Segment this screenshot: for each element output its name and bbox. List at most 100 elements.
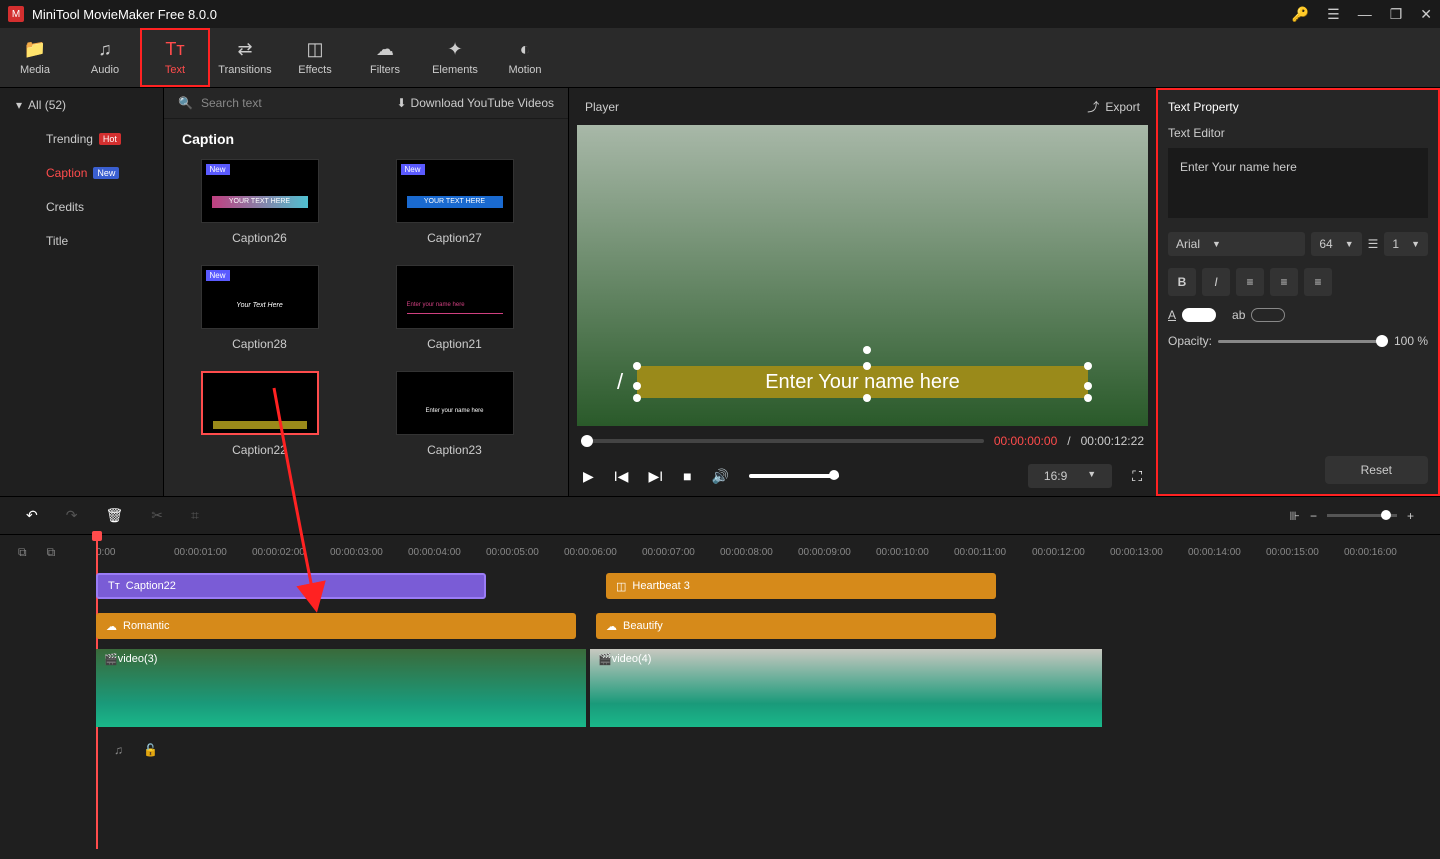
key-icon[interactable]: 🔑 <box>1292 6 1309 23</box>
tab-audio[interactable]: ♫Audio <box>70 28 140 87</box>
align-left-button[interactable]: ≡ <box>1236 268 1264 296</box>
asset-item[interactable]: Caption22 <box>182 371 337 457</box>
ruler-tick: 00:00:11:00 <box>954 547 1032 558</box>
asset-grid: NewYOUR TEXT HERECaption26 NewYOUR TEXT … <box>164 159 568 457</box>
split-button[interactable]: ✂ <box>151 507 163 524</box>
volume-slider[interactable] <box>749 474 839 478</box>
filter-icon: ☁ <box>106 620 117 633</box>
fit-timeline-icon[interactable]: ⊪ <box>1290 509 1300 523</box>
line-spacing-icon: ☰ <box>1368 237 1379 251</box>
video-icon: 🎬 <box>104 653 118 666</box>
asset-item[interactable]: NewYOUR TEXT HERECaption27 <box>377 159 532 245</box>
menu-icon[interactable]: ☰ <box>1327 6 1340 23</box>
redo-button[interactable]: ↷ <box>66 507 78 524</box>
seek-bar[interactable] <box>581 439 984 443</box>
tab-text[interactable]: TᴛText <box>140 28 210 87</box>
aspect-ratio-select[interactable]: 16:9▼ <box>1028 464 1112 488</box>
new-badge: New <box>93 167 119 179</box>
asset-item[interactable]: NewYour Text HereCaption28 <box>182 265 337 351</box>
copy-icon[interactable]: ⧉ <box>47 545 56 560</box>
crop-button[interactable]: ⌗ <box>191 507 199 524</box>
reset-button[interactable]: Reset <box>1325 456 1428 484</box>
line-height-select[interactable]: 1▼ <box>1384 232 1428 256</box>
cat-label: Trending <box>46 132 93 146</box>
sidebar-item-caption[interactable]: CaptionNew <box>0 156 163 190</box>
opacity-slider[interactable] <box>1218 340 1388 343</box>
sidebar-item-credits[interactable]: Credits <box>0 190 163 224</box>
volume-icon[interactable]: 🔊 <box>712 468 729 485</box>
sidebar-item-trending[interactable]: TrendingHot <box>0 122 163 156</box>
ruler-tick: 00:00:12:00 <box>1032 547 1110 558</box>
zoom-slider[interactable] <box>1327 514 1397 517</box>
search-icon[interactable]: 🔍 <box>178 96 193 110</box>
timeline-ruler[interactable]: ⧉⧉ 0:00 00:00:01:00 00:00:02:00 00:00:03… <box>0 535 1440 569</box>
video-track[interactable]: 💾🔓 🎬video(3) 🎬video(4) <box>96 649 1440 727</box>
stop-button[interactable]: ■ <box>683 468 691 484</box>
text-overlay[interactable]: / Enter Your name here <box>637 366 1088 398</box>
tab-elements[interactable]: ✦Elements <box>420 28 490 87</box>
zoom-out-button[interactable]: − <box>1310 509 1317 523</box>
text-icon: Tᴛ <box>165 39 184 60</box>
asset-item[interactable]: Enter your name hereCaption21 <box>377 265 532 351</box>
section-title: Caption <box>164 119 568 159</box>
tab-label: Filters <box>370 64 400 76</box>
text-track[interactable]: 💾🔓 TᴛCaption22 ◫Heartbeat 3 <box>96 569 1440 603</box>
paste-icon[interactable]: ⧉ <box>18 545 27 560</box>
folder-icon: 📁 <box>24 39 46 60</box>
overlay-text: Enter Your name here <box>765 371 960 394</box>
font-select[interactable]: Arial▼ <box>1168 232 1305 256</box>
lock-icon[interactable]: 🔓 <box>143 743 158 757</box>
delete-button[interactable]: 🗑 <box>105 507 123 524</box>
undo-button[interactable]: ↶ <box>26 507 38 524</box>
font-size-select[interactable]: 64▼ <box>1311 232 1361 256</box>
music-icon[interactable]: ♫ <box>114 743 123 757</box>
clip-video2[interactable]: 🎬video(4) <box>590 649 1102 727</box>
search-input[interactable]: Search text <box>201 96 389 110</box>
ruler-tick: 00:00:08:00 <box>720 547 798 558</box>
bold-button[interactable]: B <box>1168 268 1196 296</box>
audio-track[interactable]: ♫🔓 <box>96 733 1440 767</box>
sidebar-all[interactable]: ▾ All (52) <box>0 88 163 122</box>
clip-beautify[interactable]: ☁Beautify <box>596 613 996 639</box>
prev-frame-button[interactable]: I◀ <box>614 468 629 485</box>
sidebar-all-label: All (52) <box>28 98 66 112</box>
next-frame-button[interactable]: ▶I <box>648 468 663 485</box>
italic-button[interactable]: I <box>1202 268 1230 296</box>
text-editor-input[interactable]: Enter Your name here <box>1168 148 1428 218</box>
clip-video1[interactable]: 🎬video(3) <box>96 649 586 727</box>
align-center-button[interactable]: ≡ <box>1270 268 1298 296</box>
zoom-in-button[interactable]: + <box>1407 509 1414 523</box>
asset-item[interactable]: NewYOUR TEXT HERECaption26 <box>182 159 337 245</box>
tab-effects[interactable]: ◫Effects <box>280 28 350 87</box>
tab-label: Elements <box>432 64 478 76</box>
text-color-label: A <box>1168 308 1176 322</box>
tab-motion[interactable]: ◐Motion <box>490 28 560 87</box>
fullscreen-button[interactable]: ⛶ <box>1132 468 1142 485</box>
tab-media[interactable]: 📁Media <box>0 28 70 87</box>
text-color-picker[interactable] <box>1182 308 1216 322</box>
clip-heartbeat[interactable]: ◫Heartbeat 3 <box>606 573 996 599</box>
sidebar-item-title[interactable]: Title <box>0 224 163 258</box>
opacity-value: 100 % <box>1394 334 1428 348</box>
tab-transitions[interactable]: ⇄Transitions <box>210 28 280 87</box>
asset-item[interactable]: Enter your name hereCaption23 <box>377 371 532 457</box>
download-youtube-button[interactable]: ⬇Download YouTube Videos <box>396 96 554 110</box>
ruler-tick: 00:00:04:00 <box>408 547 486 558</box>
playback-controls: ▶ I◀ ▶I ■ 🔊 16:9▼ ⛶ <box>569 456 1156 496</box>
play-button[interactable]: ▶ <box>583 468 594 485</box>
assets-panel: 🔍 Search text ⬇Download YouTube Videos C… <box>164 88 568 496</box>
tab-filters[interactable]: ☁Filters <box>350 28 420 87</box>
outline-color-picker[interactable] <box>1251 308 1285 322</box>
align-right-button[interactable]: ≡ <box>1304 268 1332 296</box>
tracks-area: 💾🔓 TᴛCaption22 ◫Heartbeat 3 💾🔓 ☁Romantic… <box>0 569 1440 767</box>
clip-romantic[interactable]: ☁Romantic <box>96 613 576 639</box>
minimize-button[interactable]: — <box>1358 6 1372 22</box>
export-button[interactable]: ⤴Export <box>1087 98 1140 115</box>
chevron-down-icon: ▾ <box>16 98 22 112</box>
close-button[interactable]: ✕ <box>1420 6 1432 23</box>
maximize-button[interactable]: ❐ <box>1390 6 1403 23</box>
video-preview[interactable]: / Enter Your name here <box>577 125 1148 426</box>
ruler-tick: 00:00:01:00 <box>174 547 252 558</box>
clip-caption[interactable]: TᴛCaption22 <box>96 573 486 599</box>
filter-track[interactable]: 💾🔓 ☁Romantic ☁Beautify <box>96 609 1440 643</box>
